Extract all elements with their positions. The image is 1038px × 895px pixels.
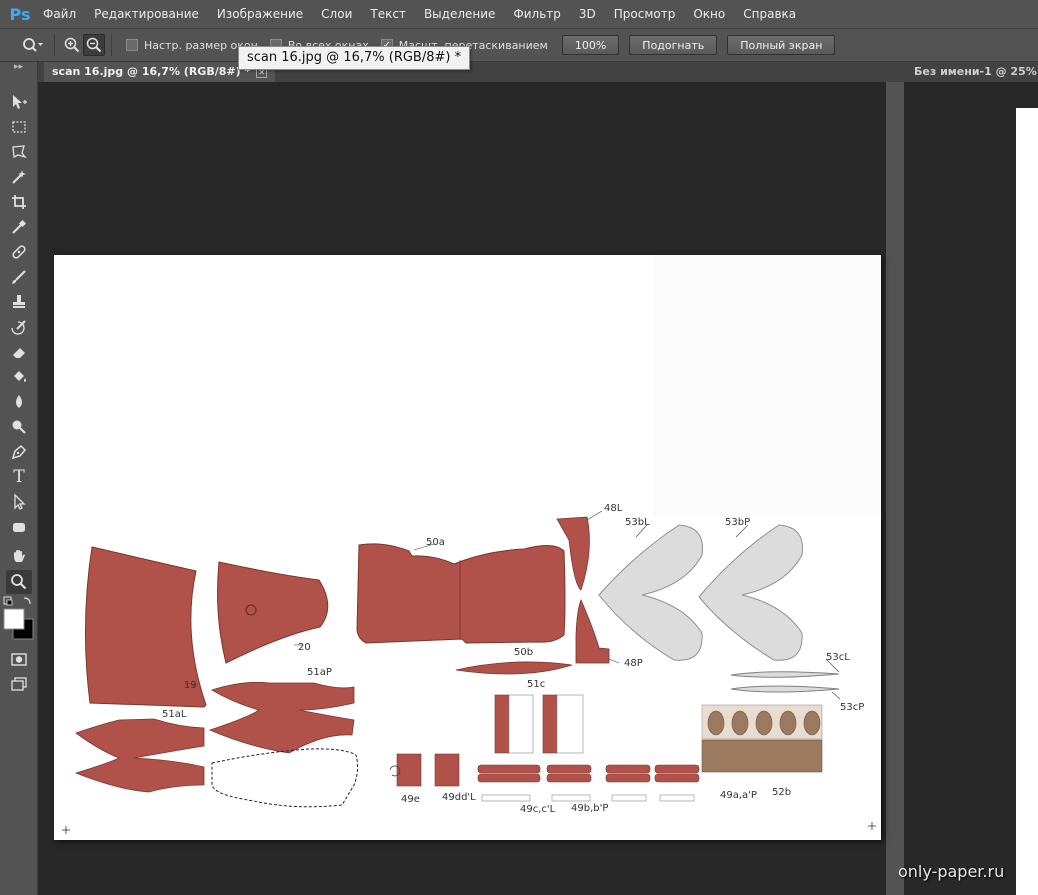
document-canvas[interactable]: 19 20 50a 48L 53bL 53bP 48P 53cL 53cP 50…: [54, 255, 881, 840]
eraser-icon[interactable]: [6, 340, 32, 364]
options-separator: [111, 34, 112, 56]
paint-bucket-icon[interactable]: [6, 365, 32, 389]
label-49e: 49e: [401, 794, 420, 805]
lasso-tool-icon[interactable]: [6, 140, 32, 164]
tab-scan16-label: scan 16.jpg @ 16,7% (RGB/8#) *: [52, 65, 251, 78]
label-51aL: 51aL: [162, 709, 187, 720]
clone-stamp-icon[interactable]: [6, 290, 32, 314]
color-swatches: [0, 595, 38, 643]
watermark: only-paper.ru: [898, 862, 1005, 881]
photoshop-window: Ps Файл Редактирование Изображение Слои …: [0, 0, 1038, 895]
zoom-out-icon[interactable]: [83, 34, 105, 56]
zoom-tool-icon[interactable]: [6, 570, 32, 594]
quick-mask-icon[interactable]: [6, 647, 32, 671]
menu-bar: Ps Файл Редактирование Изображение Слои …: [0, 0, 1038, 28]
marquee-tool-icon[interactable]: [6, 115, 32, 139]
crop-tool-icon[interactable]: [6, 190, 32, 214]
path-selection-icon[interactable]: [6, 490, 32, 514]
menu-type[interactable]: Текст: [361, 0, 415, 28]
menu-edit[interactable]: Редактирование: [85, 0, 208, 28]
menu-help[interactable]: Справка: [734, 0, 805, 28]
label-51c: 51c: [527, 679, 545, 690]
zoom-100-button[interactable]: 100%: [561, 35, 620, 55]
zoom-tool-preset-icon[interactable]: [18, 34, 48, 56]
panel-collapse-icon[interactable]: ▸▸: [0, 62, 37, 72]
scanned-image: 19 20 50a 48L 53bL 53bP 48P 53cL 53cP 50…: [54, 255, 881, 840]
hand-tool-icon[interactable]: [6, 545, 32, 569]
tools-panel: ▸▸ T: [0, 62, 38, 895]
label-48P: 48P: [624, 658, 643, 669]
checkbox-box[interactable]: [126, 39, 138, 51]
document-tabs: scan 16.jpg @ 16,7% (RGB/8#) * ✕: [38, 62, 904, 82]
menu-3d[interactable]: 3D: [570, 0, 605, 28]
tab-tooltip: scan 16.jpg @ 16,7% (RGB/8#) *: [238, 46, 471, 70]
blur-tool-icon[interactable]: [6, 390, 32, 414]
second-document-canvas[interactable]: [1016, 108, 1038, 895]
photoshop-logo: Ps: [9, 4, 31, 24]
menu-image[interactable]: Изображение: [208, 0, 312, 28]
label-19: 19: [184, 680, 197, 691]
label-48L: 48L: [604, 503, 623, 514]
options-separator: [54, 34, 55, 56]
shape-tool-icon[interactable]: [6, 515, 32, 539]
menu-view[interactable]: Просмотр: [605, 0, 685, 28]
brush-tool-icon[interactable]: [6, 265, 32, 289]
menu-filter[interactable]: Фильтр: [504, 0, 569, 28]
label-49aaP: 49a,a'P: [720, 790, 757, 801]
menu-window[interactable]: Окно: [684, 0, 734, 28]
fill-screen-button[interactable]: Полный экран: [727, 35, 836, 55]
zoom-in-icon[interactable]: [61, 34, 83, 56]
label-49bbP: 49b,b'P: [571, 803, 608, 814]
screen-mode-icon[interactable]: [6, 672, 32, 696]
tab-untitled-1[interactable]: Без имени-1 @ 25% (R: [914, 62, 1038, 82]
magic-wand-icon[interactable]: [6, 165, 32, 189]
pen-tool-icon[interactable]: [6, 440, 32, 464]
label-52b: 52b: [772, 787, 791, 798]
label-49ddL: 49dd'L: [442, 792, 476, 803]
fit-screen-button[interactable]: Подогнать: [629, 35, 718, 55]
label-49ccL: 49c,c'L: [520, 804, 556, 815]
label-53cP: 53cP: [840, 702, 864, 713]
label-50a: 50a: [426, 537, 445, 548]
dodge-tool-icon[interactable]: [6, 415, 32, 439]
options-bar: Настр. размер окон Во всех окнах ✓ Масшт…: [0, 28, 1038, 62]
history-brush-icon[interactable]: [6, 315, 32, 339]
label-53bP: 53bP: [725, 517, 750, 528]
second-document-tabs: Без имени-1 @ 25% (R: [904, 62, 1038, 82]
move-tool-icon[interactable]: [6, 90, 32, 114]
healing-brush-icon[interactable]: [6, 240, 32, 264]
menu-file[interactable]: Файл: [34, 0, 85, 28]
menu-select[interactable]: Выделение: [415, 0, 504, 28]
label-20: 20: [298, 642, 311, 653]
eyedropper-icon[interactable]: [6, 215, 32, 239]
label-53cL: 53cL: [826, 652, 850, 663]
label-51aP: 51aP: [307, 667, 332, 678]
label-53bL: 53bL: [625, 517, 650, 528]
menu-layers[interactable]: Слои: [312, 0, 361, 28]
type-tool-icon[interactable]: T: [6, 465, 32, 489]
panel-divider: [886, 82, 904, 895]
label-50b: 50b: [514, 647, 533, 658]
